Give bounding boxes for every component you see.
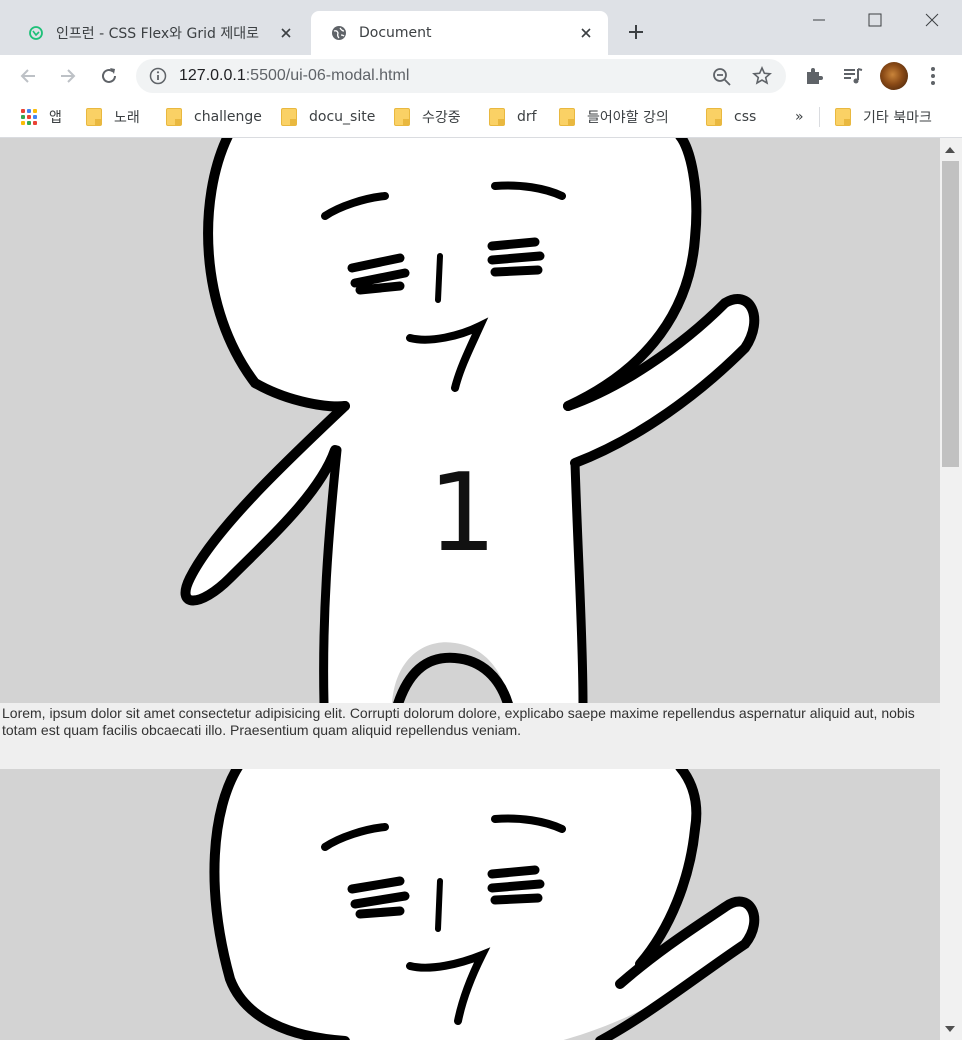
scroll-down-arrow-icon[interactable] (945, 1026, 955, 1032)
bookmark-overflow-label: » (795, 109, 804, 125)
tab-document[interactable]: Document (311, 11, 608, 55)
close-tab-icon[interactable] (578, 25, 594, 41)
bookmark-label: css (734, 109, 757, 125)
folder-icon (394, 108, 410, 126)
folder-icon (559, 108, 575, 126)
folder-icon (835, 108, 851, 126)
bookmark-label: challenge (194, 109, 262, 125)
zoom-out-icon[interactable] (712, 67, 732, 87)
bookmark-label: 수강중 (422, 110, 461, 126)
minimize-icon[interactable] (809, 10, 829, 30)
cartoon-figure-illustration (180, 138, 760, 703)
globe-icon (332, 26, 346, 40)
url-text: 127.0.0.1:5500/ui-06-modal.html (179, 67, 409, 85)
bookmarks-overflow-button[interactable]: » (795, 105, 804, 129)
folder-icon (706, 108, 722, 126)
bookmark-folder[interactable]: challenge (166, 105, 262, 129)
tab-title: 인프런 - CSS Flex와 Grid 제대로 (56, 26, 259, 42)
bookmark-folder[interactable]: 노래 (86, 105, 140, 129)
bookmark-folder[interactable]: drf (489, 105, 537, 129)
folder-icon (86, 108, 102, 126)
extensions-puzzle-icon[interactable] (803, 65, 825, 87)
back-icon[interactable] (17, 65, 39, 87)
bookmark-label: 앱 (49, 110, 62, 126)
bookmark-folder[interactable]: 들어야할 강의 (559, 105, 669, 129)
other-bookmarks[interactable]: 기타 북마크 (835, 105, 932, 129)
inflearn-icon (29, 26, 43, 40)
browser-toolbar: 127.0.0.1:5500/ui-06-modal.html (0, 55, 962, 97)
apps-grid-icon (21, 109, 37, 125)
media-queue-icon[interactable] (842, 65, 864, 87)
cartoon-image-2[interactable] (0, 769, 940, 1040)
scrollbar-thumb[interactable] (942, 161, 959, 467)
scroll-up-arrow-icon[interactable] (945, 147, 955, 153)
folder-icon (166, 108, 182, 126)
url-host: 127.0.0.1 (179, 67, 246, 84)
bookmark-label: 들어야할 강의 (587, 110, 669, 126)
url-path: :5500/ui-06-modal.html (245, 67, 410, 84)
bookmarks-bar: 앱 노래 challenge docu_site 수강중 drf 들어야할 강의… (0, 97, 962, 138)
tab-inflearn[interactable]: 인프런 - CSS Flex와 Grid 제대로 (8, 11, 308, 55)
folder-icon (489, 108, 505, 126)
tab-title: Document (359, 25, 432, 41)
page-scrollbar[interactable] (940, 138, 962, 1040)
cartoon-figure-illustration (209, 769, 760, 1040)
bookmark-label: docu_site (309, 109, 376, 125)
menu-kebab-icon[interactable] (922, 65, 944, 87)
tab-strip: 인프런 - CSS Flex와 Grid 제대로 Document (0, 0, 962, 55)
bookmark-folder[interactable]: docu_site (281, 105, 375, 129)
profile-avatar[interactable] (880, 62, 908, 90)
cartoon-image-1[interactable]: 1 (0, 138, 940, 703)
bookmark-label: 노래 (114, 110, 140, 126)
bookmark-folder[interactable]: css (706, 105, 756, 129)
page-viewport: 1 Lorem, ipsum dolor sit amet consectetu… (0, 138, 940, 1040)
address-bar[interactable]: 127.0.0.1:5500/ui-06-modal.html (136, 59, 786, 93)
bookmark-folder[interactable]: 수강중 (394, 105, 461, 129)
bookmark-label: drf (517, 109, 537, 125)
bookmark-label: 기타 북마크 (863, 110, 932, 126)
new-tab-icon[interactable] (626, 22, 646, 42)
bookmark-divider (819, 107, 820, 127)
folder-icon (281, 108, 297, 126)
bookmark-apps[interactable]: 앱 (21, 105, 62, 129)
image-caption: Lorem, ipsum dolor sit amet consectetur … (0, 703, 940, 769)
close-tab-icon[interactable] (278, 25, 294, 41)
site-info-icon[interactable] (149, 67, 167, 85)
bookmark-star-icon[interactable] (752, 66, 772, 86)
window-close-icon[interactable] (922, 10, 942, 30)
reload-icon[interactable] (98, 65, 120, 87)
figure-number: 1 (428, 451, 497, 576)
maximize-icon[interactable] (865, 10, 885, 30)
forward-icon[interactable] (57, 65, 79, 87)
